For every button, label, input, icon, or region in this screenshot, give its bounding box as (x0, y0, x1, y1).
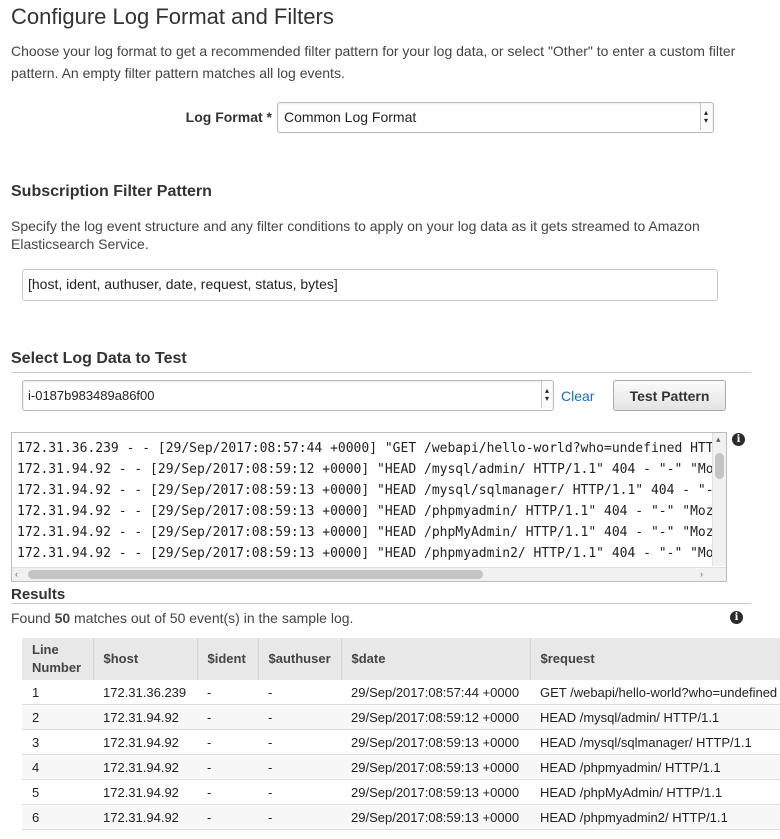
summary-suffix: matches out of 50 event(s) in the sample… (70, 610, 354, 626)
horizontal-scroll-thumb[interactable] (28, 570, 483, 579)
updown-arrow-icon[interactable]: ▴ ▾ (541, 381, 552, 408)
log-stream-value: i-0187b983489a86f00 (28, 388, 155, 403)
table-cell: - (197, 804, 258, 830)
table-row: 3 172.31.94.92 - - 29/Sep/2017:08:59:13 … (22, 729, 780, 755)
column-header[interactable]: $authuser (258, 638, 342, 680)
scroll-left-icon[interactable]: ‹ (15, 568, 18, 581)
column-header[interactable]: $host (93, 638, 198, 680)
table-cell: 172.31.94.92 (93, 729, 197, 755)
log-format-label: Log Format * (185, 109, 272, 125)
clear-link[interactable]: Clear (561, 388, 594, 404)
scroll-right-icon[interactable]: › (700, 568, 703, 581)
log-line: 172.31.94.92 - - [29/Sep/2017:08:59:13 +… (17, 483, 712, 498)
table-cell: 29/Sep/2017:08:57:44 +0000 (341, 680, 530, 705)
table-cell: 2 (22, 704, 93, 730)
filter-pattern-value: [host, ident, authuser, date, request, s… (28, 276, 338, 292)
results-title: Results (11, 586, 66, 603)
column-header[interactable]: $request (530, 638, 780, 680)
scroll-up-icon[interactable]: ▴ (716, 433, 721, 446)
page-intro: Choose your log format to get a recommen… (11, 43, 736, 81)
table-cell: - (197, 729, 258, 755)
results-table: Line Number $host $ident $authuser $date… (22, 638, 780, 830)
table-cell: 172.31.94.92 (93, 804, 197, 830)
log-line: 172.31.94.92 - - [29/Sep/2017:08:59:13 +… (17, 546, 712, 561)
log-format-value: Common Log Format (284, 109, 417, 125)
table-cell: 172.31.94.92 (93, 754, 197, 780)
column-header[interactable]: $date (341, 638, 531, 680)
table-cell: HEAD /phpmyadmin2/ HTTP/1.1 (530, 804, 780, 830)
log-line: 172.31.94.92 - - [29/Sep/2017:08:59:13 +… (17, 504, 712, 519)
table-cell: 29/Sep/2017:08:59:13 +0000 (341, 754, 530, 780)
table-cell: HEAD /mysql/sqlmanager/ HTTP/1.1 (530, 729, 780, 755)
table-row: 1 172.31.36.239 - - 29/Sep/2017:08:57:44… (22, 680, 780, 705)
summary-prefix: Found (11, 610, 55, 626)
results-summary: Found 50 matches out of 50 event(s) in t… (11, 610, 353, 626)
table-cell: 29/Sep/2017:08:59:13 +0000 (341, 729, 530, 755)
section-divider (11, 372, 751, 373)
column-header[interactable]: $ident (197, 638, 259, 680)
table-header-row: Line Number $host $ident $authuser $date… (22, 638, 780, 680)
table-cell: - (197, 704, 258, 730)
table-cell: - (258, 729, 341, 755)
table-cell: - (258, 804, 341, 830)
table-row: 2 172.31.94.92 - - 29/Sep/2017:08:59:12 … (22, 704, 780, 730)
table-cell: HEAD /phpmyadmin/ HTTP/1.1 (530, 754, 780, 780)
table-cell: - (258, 754, 341, 780)
table-cell: 5 (22, 779, 93, 805)
table-cell: 3 (22, 729, 93, 755)
subscription-filter-description: Specify the log event structure and any … (11, 218, 700, 252)
table-cell: - (258, 704, 341, 730)
table-cell: HEAD /phpMyAdmin/ HTTP/1.1 (530, 779, 780, 805)
horizontal-scrollbar[interactable]: ‹ › (12, 567, 726, 581)
sample-log-lines: 172.31.36.239 - - [29/Sep/2017:08:57:44 … (17, 438, 712, 564)
info-icon[interactable]: i (732, 433, 745, 446)
table-cell: 1 (22, 680, 93, 705)
table-cell: 29/Sep/2017:08:59:13 +0000 (341, 779, 530, 805)
table-cell: - (258, 680, 341, 705)
log-line: 172.31.94.92 - - [29/Sep/2017:08:59:13 +… (17, 525, 712, 540)
test-pattern-button[interactable]: Test Pattern (613, 380, 726, 411)
table-row: 4 172.31.94.92 - - 29/Sep/2017:08:59:13 … (22, 754, 780, 780)
table-row: 6 172.31.94.92 - - 29/Sep/2017:08:59:13 … (22, 804, 780, 830)
table-cell: 6 (22, 804, 93, 830)
table-cell: - (258, 779, 341, 805)
log-line: 172.31.36.239 - - [29/Sep/2017:08:57:44 … (17, 441, 712, 456)
page-title: Configure Log Format and Filters (11, 4, 334, 29)
sample-log-textarea[interactable]: 172.31.36.239 - - [29/Sep/2017:08:57:44 … (11, 432, 727, 582)
vertical-scroll-thumb[interactable] (715, 453, 724, 479)
table-cell: - (197, 779, 258, 805)
table-cell: 29/Sep/2017:08:59:13 +0000 (341, 804, 530, 830)
subscription-filter-title: Subscription Filter Pattern (11, 183, 212, 200)
section-divider (11, 603, 751, 604)
vertical-scrollbar[interactable]: ▴ (712, 433, 726, 566)
updown-arrow-icon[interactable]: ▴ ▾ (700, 103, 711, 130)
column-header[interactable]: Line Number (22, 638, 94, 680)
select-log-data-title: Select Log Data to Test (11, 350, 187, 367)
table-cell: 172.31.36.239 (93, 680, 197, 705)
match-count: 50 (54, 610, 71, 626)
log-line: 172.31.94.92 - - [29/Sep/2017:08:59:12 +… (17, 462, 712, 477)
table-cell: 29/Sep/2017:08:59:12 +0000 (341, 704, 530, 730)
table-cell: 172.31.94.92 (93, 704, 197, 730)
info-icon[interactable]: i (730, 611, 743, 624)
table-cell: HEAD /mysql/admin/ HTTP/1.1 (530, 704, 780, 730)
table-cell: - (197, 680, 258, 705)
table-row: 5 172.31.94.92 - - 29/Sep/2017:08:59:13 … (22, 779, 780, 805)
table-cell: 4 (22, 754, 93, 780)
table-cell: GET /webapi/hello-world?who=undefined (530, 680, 780, 705)
table-cell: 172.31.94.92 (93, 779, 197, 805)
table-cell: - (197, 754, 258, 780)
